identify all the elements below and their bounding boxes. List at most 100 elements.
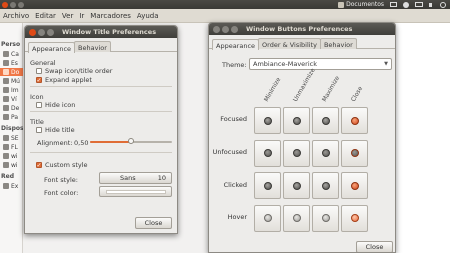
sidebar-item-label: Ex xyxy=(11,182,19,190)
maximize-icon[interactable] xyxy=(47,28,54,36)
custom-style-label: Custom style xyxy=(45,161,88,169)
expand-applet-option[interactable]: ✓ Expand applet xyxy=(36,76,92,84)
sidebar-item[interactable]: De xyxy=(3,104,23,112)
close-window-icon[interactable] xyxy=(2,1,8,8)
theme-select[interactable]: Ambiance-Maverick ▼ xyxy=(249,58,392,70)
font-picker-button[interactable]: Sans 10 xyxy=(99,172,172,184)
button-image-cell[interactable] xyxy=(341,107,368,134)
close-icon[interactable] xyxy=(213,25,220,33)
window-title-preferences-dialog: Window Title Preferences Appearance Beha… xyxy=(24,25,178,234)
network-icon[interactable] xyxy=(403,1,409,8)
maximize-button-icon xyxy=(321,181,330,190)
button-image-cell[interactable] xyxy=(341,172,368,199)
divider xyxy=(30,111,172,112)
sidebar-item[interactable]: Ca xyxy=(3,50,23,58)
custom-style-checkbox[interactable]: ✓ xyxy=(36,162,42,168)
title-section-label: Title xyxy=(30,118,44,126)
tab-behavior[interactable]: Behavior xyxy=(74,41,111,52)
button-image-cell[interactable] xyxy=(283,107,310,134)
sidebar-item[interactable]: wi xyxy=(3,152,23,160)
dialog-titlebar: Window Title Preferences xyxy=(25,26,177,38)
custom-style-option[interactable]: ✓ Custom style xyxy=(36,161,88,169)
font-style-label: Font style: xyxy=(44,176,78,184)
alignment-slider[interactable] xyxy=(90,138,172,146)
button-image-cell[interactable] xyxy=(283,139,310,167)
sidebar-item[interactable]: Es xyxy=(3,59,23,67)
maximize-button-icon xyxy=(321,149,330,157)
sidebar-heading-personal: Perso xyxy=(1,41,21,48)
maximize-icon[interactable] xyxy=(231,25,238,33)
menu-marcadores[interactable]: Marcadores xyxy=(90,12,131,20)
top-panel: Documentos xyxy=(0,0,450,9)
sidebar-item[interactable]: SE xyxy=(3,134,23,142)
sidebar-item[interactable]: Mú xyxy=(3,77,23,85)
close-icon[interactable] xyxy=(29,28,36,36)
row-hover: Hover xyxy=(227,213,247,221)
power-icon[interactable] xyxy=(440,1,446,8)
menu-ver[interactable]: Ver xyxy=(62,12,73,20)
sidebar-item[interactable]: Im xyxy=(3,86,23,94)
close-button[interactable]: Close xyxy=(135,217,172,229)
sidebar-item-label: FL xyxy=(11,143,18,151)
sidebar-item-selected[interactable]: Do xyxy=(0,68,23,76)
hide-icon-checkbox[interactable] xyxy=(36,102,42,108)
sidebar-item[interactable]: Pa xyxy=(3,113,23,121)
tab-appearance[interactable]: Appearance xyxy=(28,42,76,53)
button-image-cell[interactable] xyxy=(312,172,339,199)
slider-knob[interactable] xyxy=(128,138,134,144)
button-image-cell[interactable] xyxy=(254,204,281,232)
sidebar-item-label: Pa xyxy=(11,113,19,121)
alignment-label: Alignment: xyxy=(37,139,73,147)
sidebar-item-label: Mú xyxy=(11,77,20,85)
button-image-cell[interactable] xyxy=(341,139,368,167)
column-close: Close xyxy=(349,85,365,103)
battery-icon[interactable] xyxy=(415,2,423,7)
sidebar-item[interactable]: Ex xyxy=(3,182,23,190)
file-manager-sidebar: Perso Ca Es Do Mú Im Ví De Pa Dispos SE … xyxy=(0,23,23,253)
column-minimize: Minimize xyxy=(262,76,283,103)
font-color-button[interactable] xyxy=(99,186,172,197)
sidebar-item-label: SE xyxy=(11,134,19,142)
font-name: Sans xyxy=(120,174,136,182)
tab-appearance[interactable]: Appearance xyxy=(212,39,260,50)
unmaximize-button-icon xyxy=(292,116,301,125)
expand-applet-checkbox[interactable]: ✓ xyxy=(36,77,42,83)
minimize-icon[interactable] xyxy=(38,28,45,36)
maximize-window-icon[interactable] xyxy=(18,1,24,8)
tab-behavior[interactable]: Behavior xyxy=(319,38,357,49)
minimize-window-icon[interactable] xyxy=(10,1,16,8)
general-section-label: General xyxy=(30,59,56,67)
speaker-icon[interactable] xyxy=(429,2,434,7)
column-unmaximize: Unmaximize xyxy=(291,67,317,103)
hide-title-option[interactable]: Hide title xyxy=(36,126,75,134)
menu-archivo[interactable]: Archivo xyxy=(3,12,29,20)
button-image-cell[interactable] xyxy=(341,204,368,232)
button-image-cell[interactable] xyxy=(312,139,339,167)
mail-icon[interactable] xyxy=(390,2,397,7)
tab-order-visibility[interactable]: Order & Visibility xyxy=(258,38,321,49)
button-image-cell[interactable] xyxy=(254,107,281,134)
sidebar-item[interactable]: wi xyxy=(3,161,23,169)
menu-editar[interactable]: Editar xyxy=(35,12,56,20)
sidebar-item-label: Ví xyxy=(11,95,17,103)
hide-title-checkbox[interactable] xyxy=(36,127,42,133)
unmaximize-button-icon xyxy=(292,214,301,222)
button-image-cell[interactable] xyxy=(283,172,310,199)
button-image-cell[interactable] xyxy=(312,107,339,134)
menu-ir[interactable]: Ir xyxy=(79,12,84,20)
desktop-folder-icon xyxy=(3,60,9,66)
menu-ayuda[interactable]: Ayuda xyxy=(137,12,159,20)
documents-indicator[interactable]: Documentos xyxy=(338,1,384,8)
button-image-cell[interactable] xyxy=(312,204,339,232)
swap-order-checkbox[interactable] xyxy=(36,68,42,74)
swap-order-option[interactable]: Swap icon/title order xyxy=(36,67,112,75)
button-image-cell[interactable] xyxy=(254,139,281,167)
hide-icon-option[interactable]: Hide icon xyxy=(36,101,75,109)
button-image-cell[interactable] xyxy=(283,204,310,232)
sidebar-item[interactable]: FL xyxy=(3,143,23,151)
minimize-button-icon xyxy=(263,116,272,125)
sidebar-item[interactable]: Ví xyxy=(3,95,23,103)
button-image-cell[interactable] xyxy=(254,172,281,199)
minimize-icon[interactable] xyxy=(222,25,229,33)
close-button[interactable]: Close xyxy=(356,241,393,252)
